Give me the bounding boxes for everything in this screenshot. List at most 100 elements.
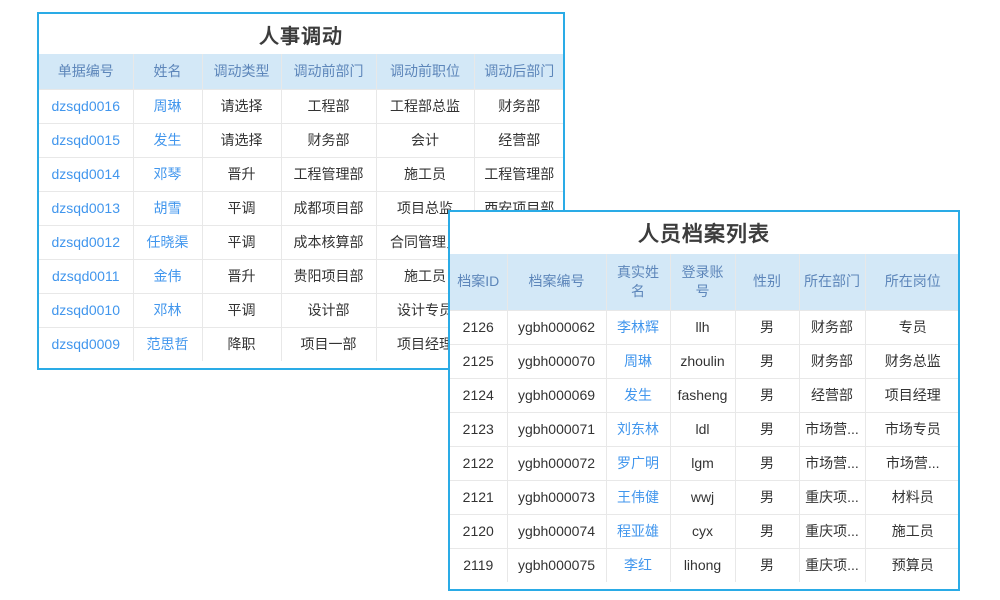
table-cell: 预算员 [865, 548, 960, 582]
table-cell: lgm [670, 446, 735, 480]
column-header: 登录账号 [670, 254, 735, 310]
doc-number-link[interactable]: dzsqd0011 [39, 259, 133, 293]
table-row: 2123ygbh000071刘东林ldl男市场营...市场专员 [450, 412, 960, 446]
table-cell: ygbh000071 [507, 412, 606, 446]
column-header-label: 档案编号 [512, 272, 602, 291]
table-row: 2119ygbh000075李红lihong男重庆项...预算员 [450, 548, 960, 582]
column-header: 所在岗位 [865, 254, 960, 310]
doc-number-link[interactable]: dzsqd0014 [39, 157, 133, 191]
column-header-label: 档案ID [454, 272, 503, 291]
table-cell: ygbh000072 [507, 446, 606, 480]
archive-table-title: 人员档案列表 [450, 212, 958, 254]
table-cell: zhoulin [670, 344, 735, 378]
table-cell: 施工员 [376, 157, 474, 191]
table-cell: ygbh000075 [507, 548, 606, 582]
table-cell: ygbh000062 [507, 310, 606, 344]
table-cell: ygbh000074 [507, 514, 606, 548]
doc-number-link[interactable]: dzsqd0010 [39, 293, 133, 327]
table-cell: 工程部 [281, 89, 376, 123]
column-header: 真实姓名 [606, 254, 670, 310]
doc-number-link[interactable]: dzsqd0016 [39, 89, 133, 123]
table-cell: 男 [735, 412, 799, 446]
employee-name-link[interactable]: 程亚雄 [606, 514, 670, 548]
column-header: 档案编号 [507, 254, 606, 310]
table-cell: 男 [735, 480, 799, 514]
table-cell: 男 [735, 344, 799, 378]
table-cell: 成都项目部 [281, 191, 376, 225]
table-cell: 设计部 [281, 293, 376, 327]
column-header-label: 调动类型 [207, 62, 277, 81]
table-cell: 重庆项... [799, 514, 865, 548]
employee-name-link[interactable]: 发生 [133, 123, 202, 157]
doc-number-link[interactable]: dzsqd0009 [39, 327, 133, 361]
column-header: 所在部门 [799, 254, 865, 310]
employee-name-link[interactable]: 金伟 [133, 259, 202, 293]
column-header-label: 调动前部门 [286, 62, 372, 81]
table-row: 2120ygbh000074程亚雄cyx男重庆项...施工员 [450, 514, 960, 548]
table-cell: 晋升 [202, 259, 281, 293]
doc-number-link[interactable]: dzsqd0012 [39, 225, 133, 259]
table-cell: 财务部 [799, 344, 865, 378]
column-header: 档案ID [450, 254, 507, 310]
table-cell: 贵阳项目部 [281, 259, 376, 293]
employee-name-link[interactable]: 邓琴 [133, 157, 202, 191]
table-cell: 市场专员 [865, 412, 960, 446]
table-cell: 男 [735, 514, 799, 548]
column-header-label: 性别 [740, 272, 795, 291]
table-cell: cyx [670, 514, 735, 548]
employee-name-link[interactable]: 罗广明 [606, 446, 670, 480]
employee-name-link[interactable]: 发生 [606, 378, 670, 412]
table-cell: 财务部 [799, 310, 865, 344]
column-header: 调动前部门 [281, 54, 376, 89]
table-cell: 2120 [450, 514, 507, 548]
table-cell: 2121 [450, 480, 507, 514]
employee-name-link[interactable]: 李红 [606, 548, 670, 582]
employee-name-link[interactable]: 周琳 [133, 89, 202, 123]
employee-name-link[interactable]: 王伟健 [606, 480, 670, 514]
employee-name-link[interactable]: 范思哲 [133, 327, 202, 361]
column-header-label: 调动前职位 [381, 62, 470, 81]
table-cell: 降职 [202, 327, 281, 361]
table-row: dzsqd0016周琳请选择工程部工程部总监财务部 [39, 89, 564, 123]
table-cell: 市场营... [865, 446, 960, 480]
table-cell: 平调 [202, 191, 281, 225]
column-header-label: 姓名 [138, 62, 198, 81]
column-header-label: 所在部门 [804, 272, 861, 291]
column-header: 调动前职位 [376, 54, 474, 89]
table-cell: 项目经理 [865, 378, 960, 412]
table-cell: 施工员 [865, 514, 960, 548]
employee-name-link[interactable]: 胡雪 [133, 191, 202, 225]
table-cell: 财务部 [474, 89, 564, 123]
column-header-label: 登录账号 [681, 263, 724, 301]
doc-number-link[interactable]: dzsqd0015 [39, 123, 133, 157]
header-row: 单据编号姓名调动类型调动前部门调动前职位调动后部门 [39, 54, 564, 89]
employee-name-link[interactable]: 任晓渠 [133, 225, 202, 259]
table-cell: 男 [735, 446, 799, 480]
column-header: 调动类型 [202, 54, 281, 89]
employee-name-link[interactable]: 邓林 [133, 293, 202, 327]
table-cell: 2124 [450, 378, 507, 412]
table-cell: 专员 [865, 310, 960, 344]
table-cell: 工程管理部 [474, 157, 564, 191]
table-cell: 男 [735, 378, 799, 412]
employee-name-link[interactable]: 刘东林 [606, 412, 670, 446]
table-cell: 2119 [450, 548, 507, 582]
column-header-label: 所在岗位 [870, 272, 957, 291]
transfer-table-title: 人事调动 [39, 14, 563, 54]
table-cell: wwj [670, 480, 735, 514]
table-cell: 项目一部 [281, 327, 376, 361]
table-cell: 重庆项... [799, 548, 865, 582]
table-cell: 请选择 [202, 89, 281, 123]
doc-number-link[interactable]: dzsqd0013 [39, 191, 133, 225]
column-header: 性别 [735, 254, 799, 310]
table-cell: 财务总监 [865, 344, 960, 378]
table-row: 2126ygbh000062李林辉llh男财务部专员 [450, 310, 960, 344]
column-header-label: 真实姓名 [616, 263, 659, 301]
table-cell: 平调 [202, 293, 281, 327]
column-header: 调动后部门 [474, 54, 564, 89]
table-cell: fasheng [670, 378, 735, 412]
employee-name-link[interactable]: 周琳 [606, 344, 670, 378]
table-cell: 财务部 [281, 123, 376, 157]
table-cell: 2125 [450, 344, 507, 378]
employee-name-link[interactable]: 李林辉 [606, 310, 670, 344]
